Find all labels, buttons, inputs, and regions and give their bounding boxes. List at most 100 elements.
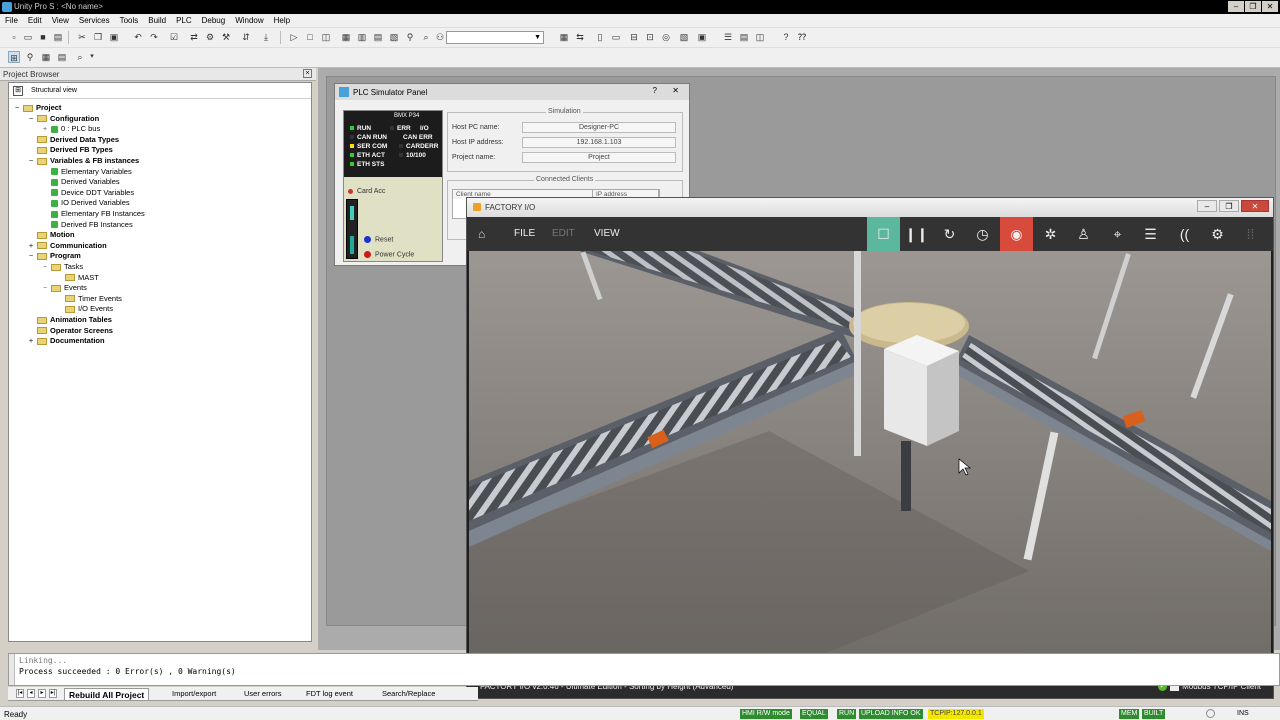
connect-icon[interactable]: ⇄ [188, 31, 200, 43]
rebuild-icon[interactable]: ⚒ [220, 31, 232, 43]
tab-import-export[interactable]: Import/export [172, 688, 216, 700]
tree-item[interactable]: Elementary FB Instances [43, 209, 145, 219]
close-button[interactable]: ✕ [672, 86, 679, 95]
next-tab-icon[interactable]: ▸ [38, 689, 46, 698]
timer-icon[interactable]: ◷ [966, 217, 999, 251]
build-icon[interactable]: ⚙ [204, 31, 216, 43]
expand-icon[interactable]: + [29, 242, 35, 252]
undo-icon[interactable]: ↶ [132, 31, 144, 43]
expand-icon[interactable]: + [29, 337, 35, 347]
tree-item[interactable]: + Communication [29, 241, 107, 251]
tree-item[interactable]: − Events [43, 283, 87, 293]
list-view-icon[interactable]: ▤ [56, 51, 68, 63]
tree-item[interactable]: IO Derived Variables [43, 198, 130, 208]
search-icon[interactable]: ⌕ [420, 31, 432, 43]
close-button[interactable]: ✕ [1262, 1, 1278, 12]
menu-services[interactable]: Services [74, 14, 115, 27]
plc-panel-title-bar[interactable]: PLC Simulator Panel ? ✕ [335, 84, 689, 100]
tree-item[interactable]: MAST [57, 273, 99, 283]
step-icon[interactable]: ⊟ [628, 31, 640, 43]
stop-icon[interactable]: □ [304, 31, 316, 43]
last-tab-icon[interactable]: ▸| [49, 689, 57, 698]
paste-icon[interactable]: ▣ [108, 31, 120, 43]
tab-user-errors[interactable]: User errors [244, 688, 282, 700]
simulator-icon[interactable]: ▣ [696, 31, 708, 43]
toolbar-combo[interactable]: ▼ [446, 31, 544, 44]
tree-item[interactable]: Animation Tables [29, 315, 112, 325]
collapse-icon[interactable]: − [29, 115, 35, 125]
tree-item[interactable]: Derived Data Types [29, 135, 119, 145]
crosshair-icon[interactable]: ⌖ [1101, 217, 1134, 251]
context-help-icon[interactable]: ⁇ [796, 31, 808, 43]
reset-button[interactable]: Reset [364, 236, 393, 243]
tree-item[interactable]: I/O Events [57, 304, 113, 314]
stop-icon[interactable]: ☐ [867, 217, 900, 251]
maximize-button[interactable]: ❐ [1219, 200, 1239, 212]
tab-fdt-log-event[interactable]: FDT log event [306, 688, 353, 700]
types-icon[interactable]: ▤ [372, 31, 384, 43]
animation-icon[interactable]: ▧ [678, 31, 690, 43]
tree-item[interactable]: Derived FB Types [29, 145, 113, 155]
tree-item[interactable]: − Configuration [29, 114, 99, 124]
monitor-icon[interactable]: ▭ [610, 31, 622, 43]
tree-icon[interactable]: ⚲ [404, 31, 416, 43]
variables-icon[interactable]: ▥ [356, 31, 368, 43]
structural-view-icon[interactable]: ⊞ [13, 86, 23, 96]
columns-icon[interactable]: ▯ [594, 31, 606, 43]
menu-window[interactable]: Window [230, 14, 268, 27]
collapse-icon[interactable]: − [29, 157, 35, 167]
print-icon[interactable]: ▤ [52, 31, 64, 43]
expand-icon[interactable]: + [43, 125, 49, 135]
menu-build[interactable]: Build [143, 14, 171, 27]
factory-io-title-bar[interactable]: FACTORY I/O – ❐ ✕ [467, 198, 1273, 217]
settings-icon[interactable]: ⚙ [1201, 217, 1234, 251]
minimize-button[interactable]: – [1197, 200, 1217, 212]
project-browser-icon[interactable]: ⊞ [8, 51, 20, 63]
tree-item[interactable]: Motion [29, 230, 75, 240]
menu-file[interactable]: FILE [514, 228, 535, 239]
tree-item[interactable]: Elementary Variables [43, 167, 132, 177]
collapse-icon[interactable]: − [43, 284, 49, 294]
tree-item[interactable]: − Project [15, 103, 61, 113]
grid-view-icon[interactable]: ▦ [40, 51, 52, 63]
tree-item[interactable]: Timer Events [57, 294, 122, 304]
person-icon[interactable]: ♙ [1067, 217, 1100, 251]
first-tab-icon[interactable]: |◂ [16, 689, 24, 698]
tree-item[interactable]: − Program [29, 251, 81, 261]
copy-icon[interactable]: ❐ [92, 31, 104, 43]
tree-item[interactable]: − Tasks [43, 262, 83, 272]
tree-item[interactable]: Derived FB Instances [43, 220, 133, 230]
help-icon[interactable]: ? [780, 31, 792, 43]
collapse-icon[interactable]: − [15, 104, 21, 114]
tree-item[interactable]: Derived Variables [43, 177, 120, 187]
binoculars-icon[interactable]: ⚇ [434, 31, 446, 43]
save-icon[interactable]: ■ [37, 31, 49, 43]
tree-item[interactable]: Device DDT Variables [43, 188, 134, 198]
tab-rebuild-all-project[interactable]: Rebuild All Project [64, 688, 150, 700]
reset-icon[interactable]: ↻ [933, 217, 966, 251]
minimize-button[interactable]: – [1228, 1, 1244, 12]
power-cycle-button[interactable]: Power Cycle [364, 251, 414, 258]
fan-icon[interactable]: ✲ [1034, 217, 1067, 251]
help-button[interactable]: ? [653, 86, 657, 95]
signal-icon[interactable]: (( [1168, 217, 1201, 251]
cascade-icon[interactable]: ☰ [722, 31, 734, 43]
zoom-icon[interactable]: ⌕ [74, 51, 86, 63]
menu-view[interactable]: View [47, 14, 74, 27]
cut-icon[interactable]: ✂ [76, 31, 88, 43]
menu-help[interactable]: Help [269, 14, 295, 27]
zoom-dropdown-icon[interactable]: ▾ [86, 51, 98, 63]
close-icon[interactable]: × [303, 69, 312, 78]
menu-file[interactable]: File [0, 14, 23, 27]
3d-scene-view[interactable] [469, 251, 1271, 676]
pause-icon[interactable]: ❙❙ [900, 217, 933, 251]
menu-view[interactable]: VIEW [594, 228, 620, 239]
tree-item[interactable]: +0 : PLC bus [43, 124, 100, 134]
maximize-button[interactable]: ❐ [1245, 1, 1261, 12]
link-icon[interactable]: ⇆ [574, 31, 586, 43]
bus-icon[interactable]: ▧ [388, 31, 400, 43]
tree-item[interactable]: − Variables & FB instances [29, 156, 139, 166]
new-icon[interactable]: ▫ [8, 31, 20, 43]
tile-h-icon[interactable]: ▤ [738, 31, 750, 43]
list-icon[interactable]: ☰ [1134, 217, 1167, 251]
